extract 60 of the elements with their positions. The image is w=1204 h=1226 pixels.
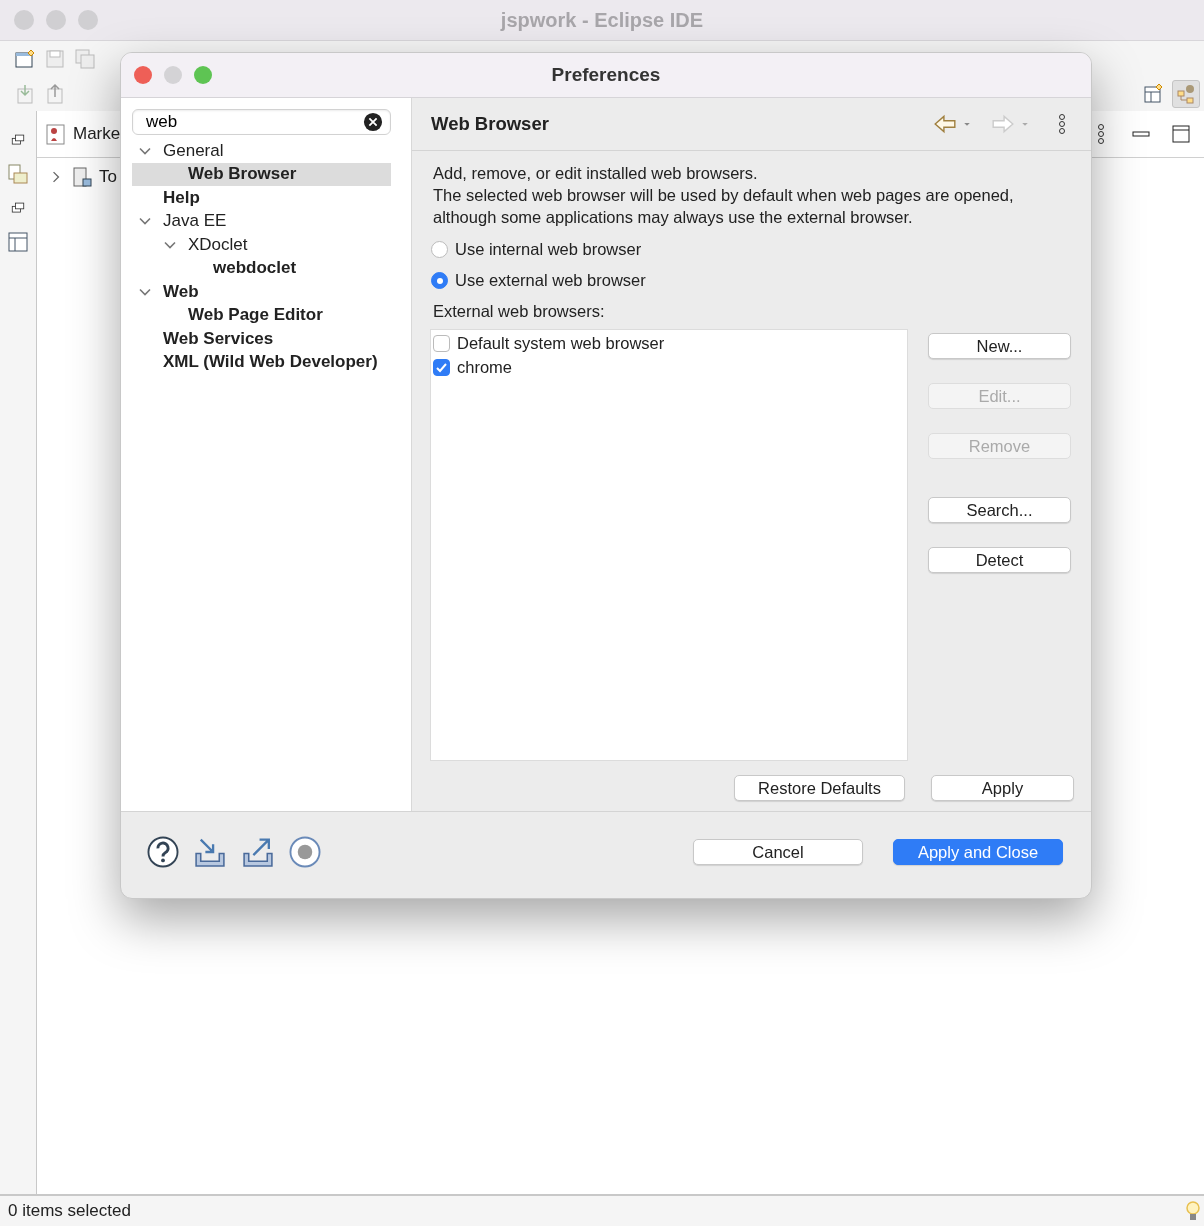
record-icon[interactable] [289, 836, 321, 868]
cancel-button[interactable]: Cancel [693, 839, 863, 865]
restore-defaults-button[interactable]: Restore Defaults [734, 775, 905, 801]
side-button[interactable]: Search... [928, 497, 1071, 523]
dialog-title: Preferences [551, 64, 661, 85]
close-button[interactable] [134, 66, 152, 84]
apply-and-close-button[interactable]: Apply and Close [893, 839, 1063, 865]
list-label: External web browsers: [433, 302, 606, 321]
tree-item[interactable]: webdoclet [132, 256, 391, 280]
export-icon[interactable] [44, 82, 66, 105]
hierarchy-icon[interactable] [1175, 82, 1197, 105]
tasks-icon[interactable] [71, 166, 93, 188]
side-button[interactable]: New... [928, 333, 1071, 359]
tree-item[interactable]: Web [132, 280, 391, 304]
tree-item-label: XML (Wild Web Developer) [163, 352, 378, 373]
tree-item-label: webdoclet [213, 258, 297, 279]
view-tab[interactable]: Marke [73, 124, 121, 144]
browser-label[interactable]: Default system web browser [457, 333, 665, 353]
help-icon[interactable] [147, 836, 179, 868]
tree-item-label[interactable]: To [99, 167, 117, 187]
radio-label[interactable]: Use external web browser [455, 271, 646, 290]
checkbox[interactable] [433, 334, 450, 352]
tree-item-label: Web Page Editor [188, 305, 323, 326]
tree-item-label: Help [163, 187, 200, 208]
tree-item-label: Web [163, 281, 199, 302]
tree-item-label: General [163, 140, 224, 161]
tree-item-label: Java EE [163, 211, 227, 232]
page-title: Web Browser [431, 113, 550, 135]
tree-item[interactable]: Web Browser [132, 162, 391, 186]
apply-button[interactable]: Apply [931, 775, 1074, 801]
tree-item[interactable]: Java EE [132, 209, 391, 233]
side-button[interactable]: Detect [928, 547, 1071, 573]
status-text: 0 items selected [8, 1201, 131, 1221]
radio-button[interactable] [431, 241, 448, 258]
window-title: jspwork - Eclipse IDE [500, 8, 704, 31]
tree-item[interactable]: XML (Wild Web Developer) [132, 350, 391, 374]
clear-icon[interactable] [363, 112, 383, 132]
folder-icon[interactable] [7, 163, 29, 185]
tree-item[interactable]: General [132, 139, 391, 163]
radio-label[interactable]: Use internal web browser [455, 240, 642, 259]
tree-item[interactable]: XDoclet [132, 233, 391, 257]
zoom-button[interactable] [194, 66, 212, 84]
new-window-icon[interactable] [14, 47, 36, 70]
perspective-icon[interactable] [1142, 82, 1164, 105]
layout-icon[interactable] [7, 231, 29, 253]
tree-item-label: Web Services [163, 328, 274, 349]
maximize-icon[interactable] [1170, 123, 1192, 145]
export-icon[interactable] [241, 835, 275, 869]
filter-field[interactable]: web [132, 109, 391, 135]
checkbox[interactable] [433, 358, 450, 376]
tree-item-label: Web Browser [188, 164, 297, 185]
tree-item[interactable]: Web Page Editor [132, 303, 391, 327]
tree-item-label: XDoclet [188, 234, 248, 255]
markers-icon[interactable] [45, 123, 67, 145]
tree-item[interactable]: Help [132, 186, 391, 210]
browser-label[interactable]: chrome [457, 357, 513, 377]
description-text: Add, remove, or edit installed web browsers. The selected web browser will be used by default when web pages are opened, although some applications may always use the external browser. [433, 163, 1015, 228]
back-arrow-icon[interactable] [933, 112, 957, 136]
tree-item[interactable]: Web Services [132, 327, 391, 351]
radio-button[interactable] [431, 272, 448, 289]
